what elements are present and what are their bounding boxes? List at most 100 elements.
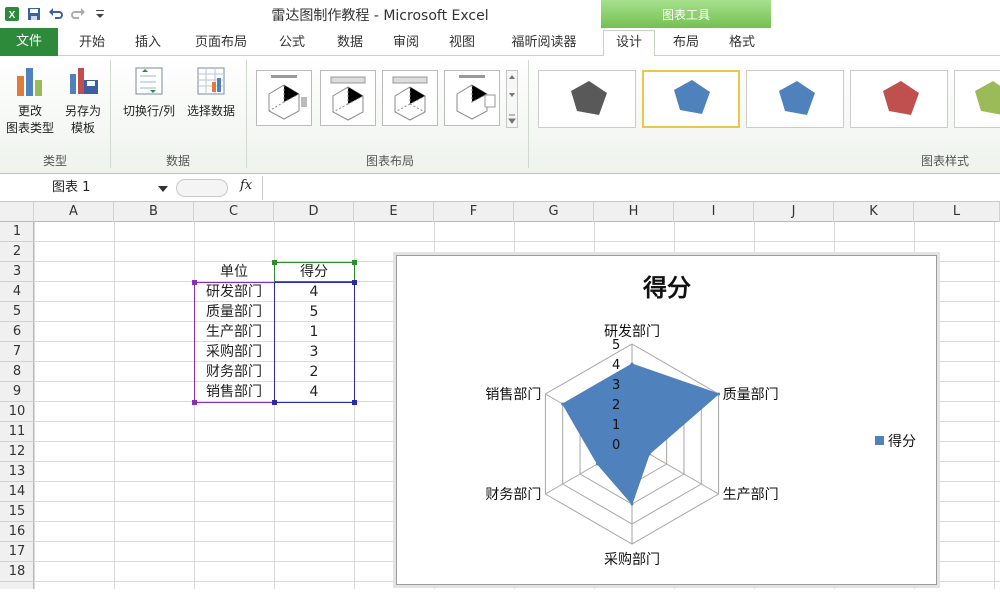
tab-foxit-reader[interactable]: 福昕阅读器 [502,32,586,56]
row-header[interactable]: 13 [0,462,34,482]
row-header[interactable]: 11 [0,422,34,442]
row-header[interactable]: 15 [0,502,34,522]
chart-style-2-selected[interactable] [642,70,740,128]
save-as-template-button[interactable]: 另存为 模板 [58,62,108,137]
chart-style-4[interactable] [850,70,948,128]
style-shape-icon [779,81,815,115]
insert-function-icon[interactable]: fx [240,178,252,193]
range-handle[interactable] [192,280,197,285]
select-all-corner[interactable] [0,202,34,222]
row-header[interactable]: 7 [0,342,34,362]
column-header[interactable]: K [834,202,914,222]
radar-category-label: 采购部门 [604,552,660,568]
row-header[interactable]: 1 [0,222,34,242]
range-handle[interactable] [352,260,357,265]
column-header[interactable]: G [514,202,594,222]
range-handle[interactable] [272,260,277,265]
tab-format[interactable]: 格式 [720,32,764,56]
row-header[interactable]: 6 [0,322,34,342]
tab-formulas[interactable]: 公式 [270,32,314,56]
tab-review[interactable]: 审阅 [384,32,428,56]
cell-unit[interactable]: 研发部门 [194,282,274,302]
formula-input[interactable] [262,176,1000,200]
range-handle[interactable] [192,400,197,405]
column-header[interactable]: C [194,202,274,222]
column-header[interactable]: F [434,202,514,222]
row-header[interactable]: 3 [0,262,34,282]
column-header[interactable]: B [114,202,194,222]
switch-row-column-icon [135,67,163,95]
range-handle[interactable] [272,400,277,405]
tab-home[interactable]: 开始 [70,32,114,56]
chart-type-icon [17,68,42,96]
range-handle[interactable] [352,280,357,285]
tab-file[interactable]: 文件 [0,28,58,56]
radar-tick-label: 0 [612,438,620,453]
range-handle[interactable] [352,400,357,405]
name-box-dropdown-icon[interactable] [158,183,168,198]
chart-layout-3[interactable] [382,70,438,126]
title-bar: X 雷达图制作教程 - Microsoft Excel 图表工具 [0,0,1000,28]
column-header[interactable]: I [674,202,754,222]
change-chart-type-label-2: 图表类型 [5,121,54,135]
cell-score[interactable]: 5 [274,302,354,322]
chart-style-3[interactable] [746,70,844,128]
column-header[interactable]: A [34,202,114,222]
cell-unit[interactable]: 质量部门 [194,302,274,322]
tab-insert[interactable]: 插入 [126,32,170,56]
change-chart-type-button[interactable]: 更改 图表类型 [4,62,56,137]
radar-series-area [562,363,720,505]
cell-score[interactable]: 2 [274,362,354,382]
tab-design[interactable]: 设计 [603,30,655,57]
tab-layout[interactable]: 布局 [664,32,708,56]
cell-unit[interactable]: 财务部门 [194,362,274,382]
tab-view[interactable]: 视图 [440,32,484,56]
cell-unit[interactable]: 生产部门 [194,322,274,342]
radar-series[interactable] [561,362,721,506]
cell-score[interactable]: 3 [274,342,354,362]
column-headers: A B C D E F G H I J K L [0,202,1000,222]
formula-bar: 图表 1 fx [0,174,1000,202]
formula-bar-resize-handle[interactable] [176,179,228,197]
row-header[interactable]: 12 [0,442,34,462]
row-header[interactable]: 2 [0,242,34,262]
column-header[interactable]: D [274,202,354,222]
chart-layout-2[interactable] [320,70,376,126]
cell-score[interactable]: 1 [274,322,354,342]
layout-gallery-scroll[interactable] [506,70,518,128]
cell-unit[interactable]: 销售部门 [194,382,274,402]
chart-layout-4[interactable] [444,70,500,126]
name-box[interactable]: 图表 1 [0,178,175,198]
row-header[interactable]: 16 [0,522,34,542]
chart-style-1[interactable] [538,70,636,128]
cell-header-score[interactable]: 得分 [274,262,354,282]
column-header[interactable]: L [914,202,1000,222]
switch-row-column-button[interactable]: 切换行/列 [116,62,182,120]
row-header[interactable]: 8 [0,362,34,382]
row-header[interactable]: 10 [0,402,34,422]
row-header[interactable]: 18 [0,562,34,582]
row-header[interactable]: 5 [0,302,34,322]
column-header[interactable]: H [594,202,674,222]
legend-swatch [875,436,884,445]
tab-data[interactable]: 数据 [328,32,372,56]
row-header[interactable]: 14 [0,482,34,502]
row-header[interactable]: 17 [0,542,34,562]
column-header[interactable]: E [354,202,434,222]
select-data-button[interactable]: 选择数据 [182,62,240,120]
change-chart-type-label-1: 更改 [17,104,42,118]
chart-layout-1[interactable] [256,70,312,126]
cell-score[interactable]: 4 [274,382,354,402]
radar-chart[interactable]: 得分 0 1 2 3 4 5 研发部门 质量部门 生产部门 采购部门 财务部门 销售部门 得分 [396,255,937,585]
row-header[interactable]: 9 [0,382,34,402]
radar-data-point [647,452,651,456]
cell-header-unit[interactable]: 单位 [194,262,274,282]
cell-unit[interactable]: 采购部门 [194,342,274,362]
tab-page-layout[interactable]: 页面布局 [186,32,256,56]
row-header[interactable]: 4 [0,282,34,302]
chart-title[interactable]: 得分 [642,274,691,302]
chart-style-5[interactable] [954,70,1000,128]
column-header[interactable]: J [754,202,834,222]
legend-label[interactable]: 得分 [888,433,916,450]
cell-score[interactable]: 4 [274,282,354,302]
